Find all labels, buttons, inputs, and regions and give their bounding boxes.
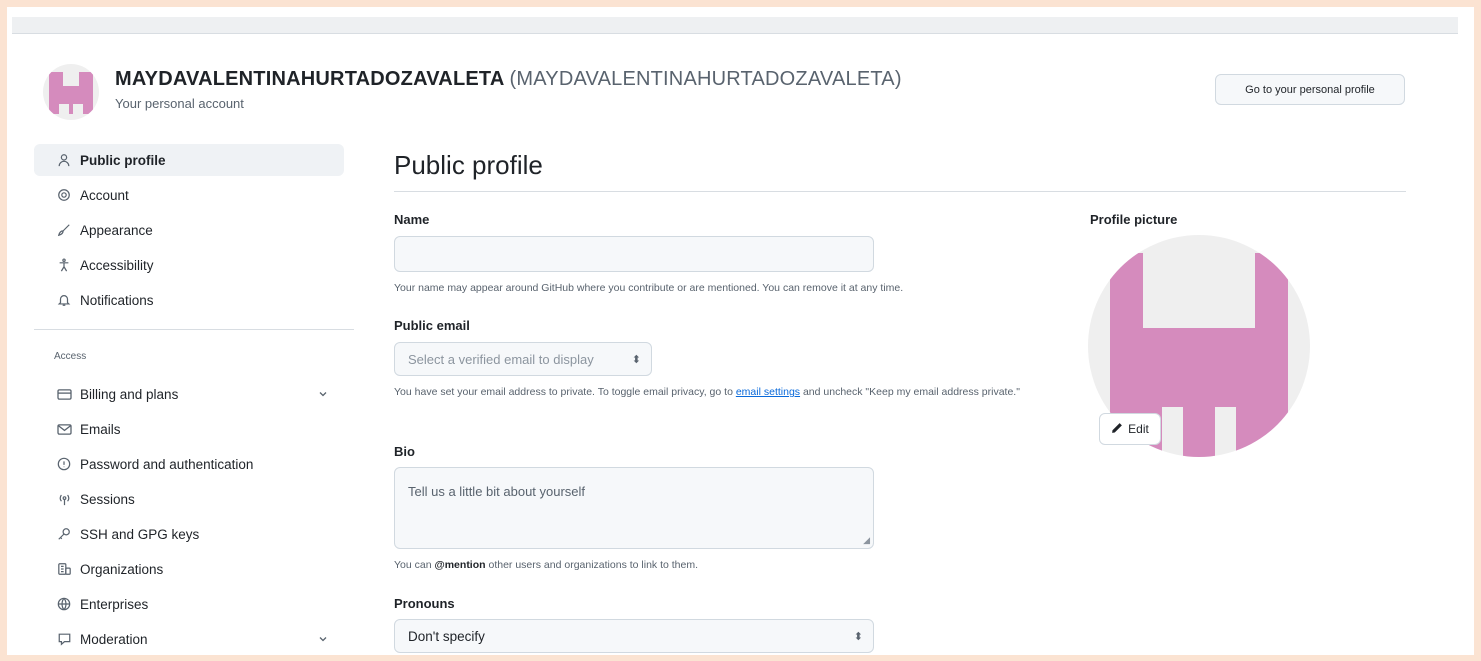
person-icon — [56, 152, 72, 168]
sidebar-item-label: Public profile — [80, 152, 166, 168]
mention-text: @mention — [434, 559, 486, 571]
paintbrush-icon — [56, 222, 72, 238]
gear-icon — [56, 187, 72, 203]
shield-lock-icon — [56, 456, 72, 472]
go-to-profile-button[interactable]: Go to your personal profile — [1215, 74, 1405, 105]
comment-icon — [56, 631, 72, 647]
sidebar-item-label: Accessibility — [80, 257, 154, 273]
sidebar-item-public-profile[interactable]: Public profile — [34, 144, 344, 176]
sidebar-item-account[interactable]: Account — [34, 179, 344, 211]
globe-icon — [56, 596, 72, 612]
broadcast-icon — [56, 491, 72, 507]
key-icon — [56, 526, 72, 542]
email-note-text: You have set your email address to priva… — [394, 386, 736, 398]
profile-picture-label: Profile picture — [1090, 212, 1178, 227]
pronouns-selected: Don't specify — [408, 628, 485, 644]
bio-note-text-end: other users and organizations to link to… — [485, 559, 699, 571]
sidebar-item-label: Sessions — [80, 491, 135, 507]
sidebar-item-label: Enterprises — [80, 596, 149, 612]
settings-page: MAYDAVALENTINAHURTADOZAVALETA (MAYDAVALE… — [7, 7, 1474, 655]
sidebar-item-sessions[interactable]: Sessions — [34, 483, 344, 515]
sidebar-item-notifications[interactable]: Notifications — [34, 284, 344, 316]
resize-handle-icon[interactable]: ◢ — [863, 535, 870, 546]
sidebar-item-accessibility[interactable]: Accessibility — [34, 249, 344, 281]
public-email-placeholder: Select a verified email to display — [408, 351, 594, 367]
accessibility-icon — [56, 257, 72, 273]
bio-textarea[interactable]: Tell us a little bit about yourself ◢ — [394, 467, 874, 549]
sidebar-item-label: Notifications — [80, 292, 154, 308]
sidebar-item-label: Password and authentication — [80, 456, 254, 472]
top-bar — [12, 17, 1458, 34]
chevron-down-icon[interactable] — [318, 387, 328, 402]
account-handle: (MAYDAVALENTINAHURTADOZAVALETA) — [509, 68, 902, 90]
bio-placeholder: Tell us a little bit about yourself — [408, 484, 586, 499]
account-name: MAYDAVALENTINAHURTADOZAVALETA — [115, 68, 504, 90]
account-subtitle: Your personal account — [115, 96, 244, 111]
sidebar-item-label: SSH and GPG keys — [80, 526, 200, 542]
pencil-icon — [1111, 422, 1123, 437]
public-email-label: Public email — [394, 318, 470, 333]
sidebar-item-ssh-gpg[interactable]: SSH and GPG keys — [34, 518, 344, 550]
email-note-text-end: and uncheck "Keep my email address priva… — [800, 386, 1020, 398]
sidebar-item-password[interactable]: Password and authentication — [34, 448, 344, 480]
pronouns-label: Pronouns — [394, 596, 455, 611]
account-title: MAYDAVALENTINAHURTADOZAVALETA (MAYDAVALE… — [115, 68, 902, 91]
sidebar-item-enterprises[interactable]: Enterprises — [34, 588, 344, 620]
avatar[interactable] — [43, 64, 99, 120]
chevron-down-icon[interactable] — [318, 632, 328, 647]
bio-help-text: You can @mention other users and organiz… — [394, 556, 698, 574]
sidebar-item-label: Account — [80, 187, 129, 203]
bio-label: Bio — [394, 444, 415, 459]
sidebar-item-label: Emails — [80, 421, 121, 437]
page-title: Public profile — [394, 150, 543, 180]
sidebar-section-heading: Access — [54, 351, 87, 362]
public-email-help-text: You have set your email address to priva… — [394, 383, 1054, 401]
sidebar-item-label: Organizations — [80, 561, 164, 577]
title-divider — [394, 191, 1406, 192]
sidebar-item-label: Billing and plans — [80, 386, 179, 402]
organization-icon — [56, 561, 72, 577]
sidebar-divider — [34, 329, 354, 330]
sidebar-item-organizations[interactable]: Organizations — [34, 553, 344, 585]
mail-icon — [56, 421, 72, 437]
bell-icon — [56, 292, 72, 308]
select-arrows-icon: ⬍ — [631, 353, 641, 366]
credit-card-icon — [56, 386, 72, 402]
public-email-select[interactable]: Select a verified email to display ⬍ — [394, 342, 652, 376]
name-field[interactable] — [394, 236, 874, 272]
sidebar-item-label: Appearance — [80, 222, 153, 238]
name-label: Name — [394, 212, 430, 227]
bio-note-text: You can — [394, 559, 435, 571]
sidebar-item-moderation[interactable]: Moderation — [34, 623, 344, 655]
sidebar-item-appearance[interactable]: Appearance — [34, 214, 344, 246]
select-arrows-icon: ⬍ — [853, 630, 863, 643]
sidebar-item-emails[interactable]: Emails — [34, 413, 344, 445]
pronouns-select[interactable]: Don't specify ⬍ — [394, 619, 874, 653]
email-settings-link[interactable]: email settings — [736, 386, 800, 398]
sidebar-item-label: Moderation — [80, 631, 148, 647]
name-help-text: Your name may appear around GitHub where… — [394, 282, 904, 294]
sidebar-item-billing[interactable]: Billing and plans — [34, 378, 344, 410]
edit-picture-button[interactable]: Edit — [1099, 413, 1161, 445]
edit-label: Edit — [1128, 422, 1149, 436]
